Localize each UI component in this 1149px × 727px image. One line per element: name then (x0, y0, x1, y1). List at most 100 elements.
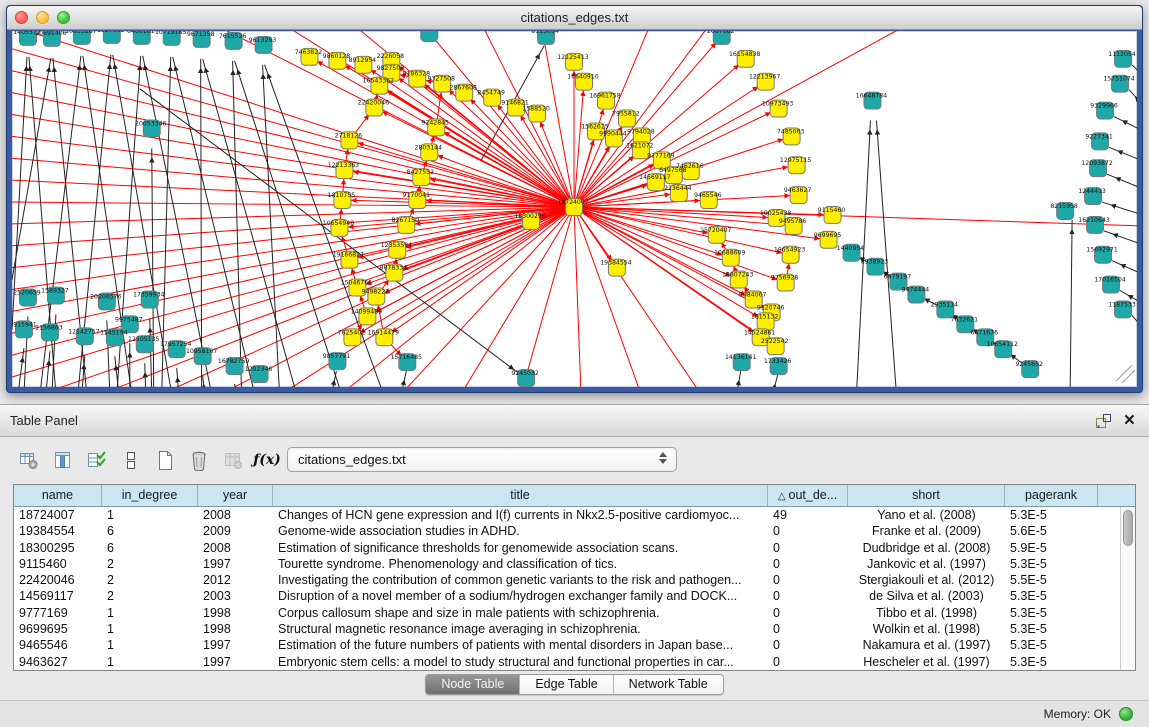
cell-out_de[interactable]: 0 (768, 523, 848, 539)
tab-network-table[interactable]: Network Table (614, 675, 723, 694)
cell-year[interactable]: 1998 (198, 605, 273, 621)
cell-out_de[interactable]: 0 (768, 588, 848, 604)
cell-name[interactable]: 19384554 (14, 523, 102, 539)
column-header-name[interactable]: name (14, 485, 102, 506)
cell-in_degree[interactable]: 1 (102, 637, 198, 653)
table-scrollbar-thumb[interactable] (1123, 510, 1133, 546)
cell-year[interactable]: 2009 (198, 523, 273, 539)
network-canvas[interactable]: 1872400712125413166409101696175879558121… (12, 31, 1137, 387)
cell-name[interactable]: 9465546 (14, 637, 102, 653)
show-columns-button[interactable] (48, 447, 78, 473)
cell-name[interactable]: 18300295 (14, 540, 102, 556)
cell-short[interactable]: Nakamura et al. (1997) (848, 637, 1005, 653)
cell-in_degree[interactable]: 1 (102, 507, 198, 523)
table-row[interactable]: 946362711997Embryonic stem cells: a mode… (14, 654, 1135, 670)
cell-short[interactable]: Jankovic et al. (1997) (848, 556, 1005, 572)
cell-pagerank[interactable]: 5.6E-5 (1005, 523, 1098, 539)
column-header-year[interactable]: year (198, 485, 273, 506)
cell-pagerank[interactable]: 5.3E-5 (1005, 556, 1098, 572)
function-builder-button[interactable]: ƒ(x) (252, 447, 282, 473)
cell-in_degree[interactable]: 2 (102, 556, 198, 572)
cell-out_de[interactable]: 0 (768, 637, 848, 653)
cell-short[interactable]: Dudbridge et al. (2008) (848, 540, 1005, 556)
cell-short[interactable]: Franke et al. (2009) (848, 523, 1005, 539)
cell-year[interactable]: 1997 (198, 637, 273, 653)
table-row[interactable]: 1872400712008Changes of HCN gene express… (14, 507, 1135, 523)
table-row[interactable]: 977716911998Corpus callosum shape and si… (14, 605, 1135, 621)
cell-title[interactable]: Investigating the contribution of common… (273, 572, 768, 588)
cell-short[interactable]: Wolkin et al. (1998) (848, 621, 1005, 637)
cell-name[interactable]: 9699695 (14, 621, 102, 637)
cell-out_de[interactable]: 0 (768, 605, 848, 621)
cell-out_de[interactable]: 0 (768, 556, 848, 572)
cell-short[interactable]: Yano et al. (2008) (848, 507, 1005, 523)
canvas-resize-grip[interactable] (1116, 365, 1135, 383)
cell-name[interactable]: 22420046 (14, 572, 102, 588)
cell-title[interactable]: Tourette syndrome. Phenomenology and cla… (273, 556, 768, 572)
cell-pagerank[interactable]: 5.3E-5 (1005, 507, 1098, 523)
table-row[interactable]: 1456911722003Disruption of a novel membe… (14, 588, 1135, 604)
table-scrollbar[interactable] (1120, 507, 1135, 670)
cell-title[interactable]: Embryonic stem cells: a model to study s… (273, 654, 768, 670)
close-button[interactable] (15, 11, 28, 24)
graph-node[interactable] (421, 31, 438, 41)
cell-pagerank[interactable]: 5.3E-5 (1005, 588, 1098, 604)
cell-title[interactable]: Disruption of a novel member of a sodium… (273, 588, 768, 604)
cell-year[interactable]: 2012 (198, 572, 273, 588)
cell-title[interactable]: Estimation of significance thresholds fo… (273, 540, 768, 556)
cell-year[interactable]: 1997 (198, 556, 273, 572)
cell-year[interactable]: 1997 (198, 654, 273, 670)
cell-name[interactable]: 14569117 (14, 588, 102, 604)
table-selector-dropdown[interactable]: citations_edges.txt (287, 447, 677, 472)
column-header-in_degree[interactable]: in_degree (102, 485, 198, 506)
cell-in_degree[interactable]: 1 (102, 621, 198, 637)
column-header-pagerank[interactable]: pagerank (1005, 485, 1098, 506)
cell-name[interactable]: 18724007 (14, 507, 102, 523)
cell-name[interactable]: 9115460 (14, 556, 102, 572)
trash-button[interactable] (184, 447, 214, 473)
import-table-button[interactable] (218, 447, 248, 473)
cell-title[interactable]: Structural magnetic resonance image aver… (273, 621, 768, 637)
cell-in_degree[interactable]: 1 (102, 605, 198, 621)
column-header-short[interactable]: short (848, 485, 1005, 506)
column-header-out_de[interactable]: △out_de... (768, 485, 848, 506)
cell-in_degree[interactable]: 6 (102, 523, 198, 539)
tab-edge-table[interactable]: Edge Table (520, 675, 613, 694)
cell-title[interactable]: Estimation of the future numbers of pati… (273, 637, 768, 653)
row-height-button[interactable] (116, 447, 146, 473)
cell-pagerank[interactable]: 5.9E-5 (1005, 540, 1098, 556)
cell-pagerank[interactable]: 5.3E-5 (1005, 654, 1098, 670)
close-panel-icon[interactable]: × (1124, 414, 1135, 428)
cell-short[interactable]: Hescheler et al. (1997) (848, 654, 1005, 670)
cell-year[interactable]: 2008 (198, 507, 273, 523)
cell-in_degree[interactable]: 1 (102, 654, 198, 670)
column-header-title[interactable]: title (273, 485, 768, 506)
float-panel-icon[interactable] (1095, 413, 1112, 429)
memory-ok-indicator[interactable] (1119, 707, 1133, 721)
cell-short[interactable]: Tibbo et al. (1998) (848, 605, 1005, 621)
cell-pagerank[interactable]: 5.3E-5 (1005, 605, 1098, 621)
cell-year[interactable]: 1998 (198, 621, 273, 637)
minimize-button[interactable] (36, 11, 49, 24)
cell-in_degree[interactable]: 2 (102, 572, 198, 588)
table-row[interactable]: 911546021997Tourette syndrome. Phenomeno… (14, 556, 1135, 572)
cell-pagerank[interactable]: 5.5E-5 (1005, 572, 1098, 588)
window-titlebar[interactable]: citations_edges.txt (7, 6, 1142, 30)
table-row[interactable]: 1830029562008Estimation of significance … (14, 540, 1135, 556)
cell-name[interactable]: 9463627 (14, 654, 102, 670)
cell-in_degree[interactable]: 2 (102, 588, 198, 604)
table-row[interactable]: 946554611997Estimation of the future num… (14, 637, 1135, 653)
tab-node-table[interactable]: Node Table (426, 675, 520, 694)
cell-year[interactable]: 2003 (198, 588, 273, 604)
zoom-button[interactable] (57, 11, 70, 24)
cell-short[interactable]: Stergiakouli et al. (2012) (848, 572, 1005, 588)
cell-out_de[interactable]: 0 (768, 540, 848, 556)
table-settings-button[interactable] (14, 447, 44, 473)
cell-out_de[interactable]: 0 (768, 654, 848, 670)
cell-in_degree[interactable]: 6 (102, 540, 198, 556)
network-window[interactable]: citations_edges.txt 18724007121254131664… (6, 5, 1143, 393)
cell-pagerank[interactable]: 5.3E-5 (1005, 621, 1098, 637)
table-row[interactable]: 2242004622012Investigating the contribut… (14, 572, 1135, 588)
cell-out_de[interactable]: 0 (768, 621, 848, 637)
new-document-button[interactable] (150, 447, 180, 473)
